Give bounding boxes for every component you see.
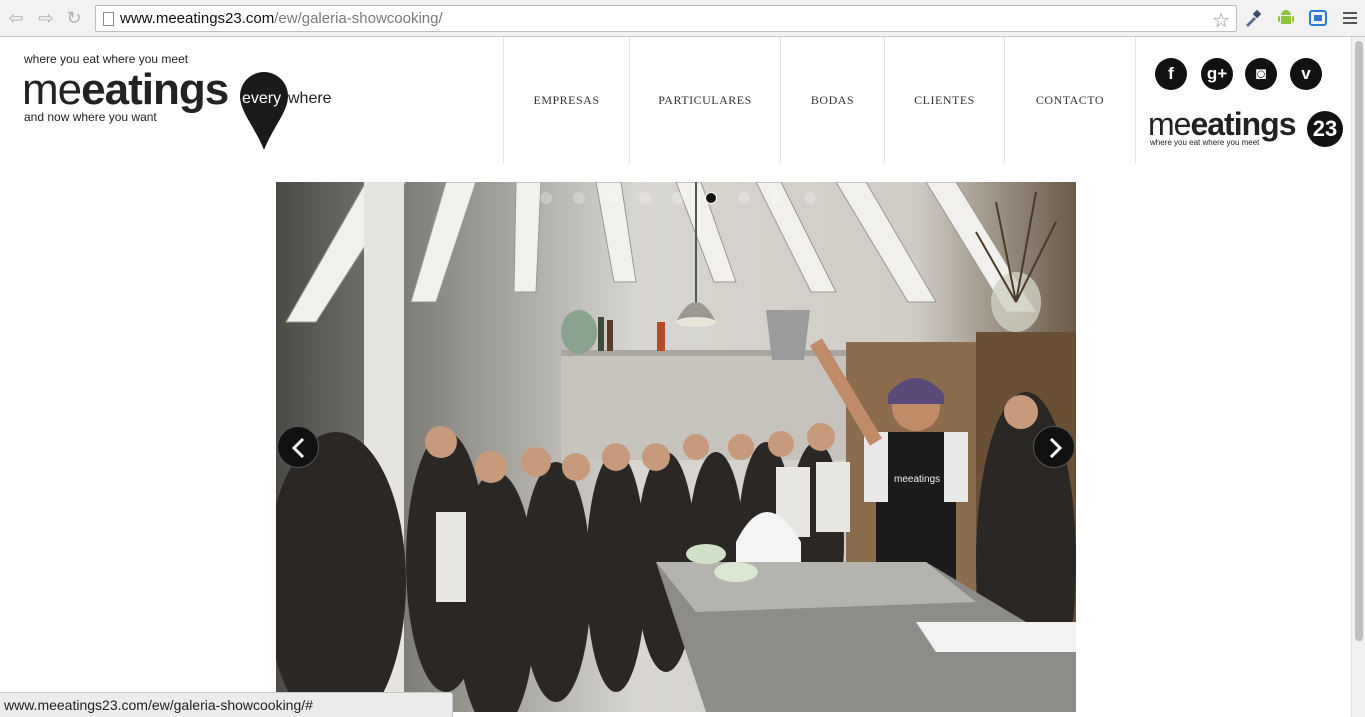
facebook-icon[interactable]: f: [1155, 58, 1187, 90]
menu-item-bodas[interactable]: BODAS: [780, 37, 884, 163]
gallery-slider: meeatings: [276, 182, 1076, 712]
menu-icon[interactable]: [1340, 8, 1360, 28]
menu-item-particulares[interactable]: PARTICULARES: [629, 37, 780, 163]
android-icon[interactable]: [1276, 8, 1296, 28]
address-url[interactable]: www.meeatings23.com/ew/galeria-showcooki…: [120, 10, 443, 28]
logo-wordmark-thin: me: [22, 65, 82, 114]
slider-prev-button[interactable]: [277, 426, 319, 468]
logo-wordmark-bold: eatings: [81, 65, 229, 114]
apron-logo: meeatings: [894, 474, 940, 485]
slider-dot[interactable]: [771, 192, 783, 204]
slider-pagination: [276, 192, 1076, 204]
chevron-left-icon: [291, 437, 305, 459]
back-arrow-icon[interactable]: ⇦: [4, 7, 28, 29]
logo23-bold: eatings: [1190, 106, 1296, 142]
main-menu: EMPRESAS PARTICULARES BODAS CLIENTES CON…: [503, 37, 1136, 163]
logo-tagline-bottom: and now where you want: [24, 110, 157, 124]
slider-dot[interactable]: [804, 192, 816, 204]
status-bar-url: www.meeatings23.com/ew/galeria-showcooki…: [0, 692, 453, 717]
location-pin-icon: [240, 72, 288, 150]
slider-dot[interactable]: [540, 192, 552, 204]
vimeo-icon[interactable]: v: [1290, 58, 1322, 90]
page-scrollbar[interactable]: [1351, 37, 1365, 717]
chevron-right-icon: [1049, 437, 1063, 459]
google-plus-icon[interactable]: g+: [1201, 58, 1233, 90]
instagram-icon[interactable]: ◙: [1245, 58, 1277, 90]
slider-dot[interactable]: [573, 192, 585, 204]
reload-icon[interactable]: ↻: [62, 7, 86, 29]
slider-dot[interactable]: [738, 192, 750, 204]
slider-dot[interactable]: [672, 192, 684, 204]
logo-pin-text: every: [242, 90, 282, 107]
showcooking-photo: meeatings: [276, 182, 1076, 712]
menu-item-empresas[interactable]: EMPRESAS: [503, 37, 629, 163]
address-bar[interactable]: www.meeatings23.com/ew/galeria-showcooki…: [95, 5, 1237, 32]
url-path: /ew/galeria-showcooking/: [274, 10, 443, 27]
site-logo[interactable]: where you eat where you meet meeatings a…: [22, 52, 352, 152]
page-icon: [103, 12, 114, 26]
slider-dot[interactable]: [639, 192, 651, 204]
menu-item-clientes[interactable]: CLIENTES: [884, 37, 1004, 163]
slider-dot[interactable]: [606, 192, 618, 204]
url-domain: www.meeatings23.com: [120, 10, 275, 27]
browser-toolbar: ⇦ ⇨ ↻ www.meeatings23.com/ew/galeria-sho…: [0, 0, 1365, 37]
forward-arrow-icon[interactable]: ⇨: [34, 7, 58, 29]
logo23-tagline: where you eat where you meet: [1150, 138, 1260, 147]
menu-item-contacto[interactable]: CONTACTO: [1004, 37, 1136, 163]
logo-where-text: where: [288, 90, 332, 107]
star-icon[interactable]: ☆: [1212, 8, 1230, 33]
meeatings23-logo[interactable]: meeatings 23 where you eat where you mee…: [1148, 104, 1348, 154]
eyedropper-icon[interactable]: [1243, 8, 1263, 28]
slider-dot-active[interactable]: [705, 192, 717, 204]
logo23-number: 23: [1307, 111, 1343, 147]
extension-icon[interactable]: [1308, 8, 1328, 28]
logo23-thin: me: [1148, 106, 1191, 142]
scrollbar-thumb[interactable]: [1355, 41, 1363, 641]
slider-next-button[interactable]: [1033, 426, 1075, 468]
